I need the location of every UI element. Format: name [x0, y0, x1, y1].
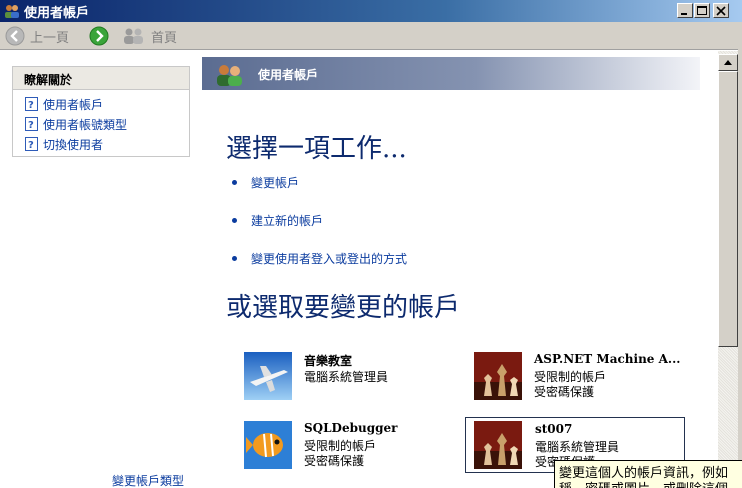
scroll-thumb[interactable] — [718, 71, 738, 347]
account-status: 受密碼保護 — [304, 454, 365, 468]
help-icon: ? — [25, 117, 38, 131]
header-banner: 使用者帳戶 — [202, 57, 700, 90]
learn-about-box: 瞭解關於 ? 使用者帳戶 ? 使用者帳號類型 ? 切換使用者 — [12, 66, 190, 157]
back-label: 上一頁 — [30, 30, 70, 46]
account-tile[interactable]: 音樂教室 電腦系統管理員 — [238, 348, 458, 404]
bullet — [232, 217, 237, 223]
task-change-logon[interactable]: 變更使用者登入或登出的方式 — [232, 250, 407, 266]
forward-button[interactable] — [89, 25, 109, 47]
close-button[interactable] — [713, 3, 729, 18]
back-arrow-icon — [5, 26, 25, 46]
learn-about-title: 瞭解關於 — [13, 67, 189, 90]
account-tile[interactable]: ASP.NET Machine A... 受限制的帳戶 受密碼保護 — [468, 348, 688, 404]
home-button[interactable]: 首頁 — [122, 25, 177, 47]
title-bar[interactable]: 使用者帳戶 — [0, 0, 742, 22]
home-users-icon — [124, 28, 143, 44]
account-type: 電腦系統管理員 — [304, 370, 389, 384]
minimize-button[interactable] — [677, 3, 693, 18]
arrow-up-icon — [724, 60, 732, 65]
task-change-account[interactable]: 變更帳戶 — [232, 174, 299, 190]
svg-text:?: ? — [28, 140, 34, 151]
chess-picture — [474, 352, 522, 400]
account-name: st007 — [535, 422, 573, 436]
account-status: 受密碼保護 — [534, 385, 595, 399]
chess-picture — [474, 421, 522, 469]
task-label: 變更使用者登入或登出的方式 — [251, 251, 408, 266]
learn-item-account-types[interactable]: ? 使用者帳號類型 — [25, 116, 127, 132]
task-create-account[interactable]: 建立新的帳戶 — [232, 212, 323, 228]
account-tooltip: 變更這個人的帳戶資訊，例如 稱、密碼或圖片，或刪除這個 — [554, 460, 742, 488]
window-border — [738, 22, 742, 488]
user-accounts-window: 使用者帳戶 上一頁 首頁 瞭解關於 ? 使用者帳戶 ? 使用者帳號類型 ? 切換… — [0, 0, 742, 488]
banner-title: 使用者帳戶 — [258, 68, 319, 82]
minimize-icon — [681, 13, 687, 15]
close-icon — [716, 6, 726, 16]
learn-item-label: 使用者帳號類型 — [43, 117, 128, 132]
account-name: SQLDebugger — [304, 421, 398, 435]
learn-item-user-accounts[interactable]: ? 使用者帳戶 — [25, 96, 103, 112]
user-accounts-icon — [217, 65, 242, 86]
pick-account-heading: 或選取要變更的帳戶 — [226, 293, 461, 323]
change-account-type-link[interactable]: 變更帳戶類型 — [112, 472, 184, 488]
learn-item-label: 使用者帳戶 — [43, 97, 104, 112]
main-content: 使用者帳戶 選擇一項工作... 變更帳戶 建立新的帳戶 變更使用者登入或登出的方… — [202, 51, 718, 488]
account-tile[interactable]: SQLDebugger 受限制的帳戶 受密碼保護 — [238, 417, 458, 473]
forward-arrow-icon — [89, 26, 109, 46]
maximize-button[interactable] — [694, 3, 710, 18]
svg-text:?: ? — [28, 100, 34, 111]
pick-task-heading: 選擇一項工作... — [226, 134, 407, 164]
airplane-picture — [244, 352, 292, 400]
bullet — [232, 255, 237, 261]
task-label: 建立新的帳戶 — [251, 213, 324, 228]
learn-item-switch-users[interactable]: ? 切換使用者 — [25, 136, 103, 152]
svg-text:?: ? — [28, 120, 34, 131]
left-task-pane: 瞭解關於 ? 使用者帳戶 ? 使用者帳號類型 ? 切換使用者 變更帳戶類型 — [0, 51, 202, 488]
task-label: 變更帳戶 — [251, 175, 300, 190]
fish-picture — [244, 421, 292, 469]
bullet — [232, 179, 237, 185]
maximize-icon — [697, 6, 707, 15]
navigation-toolbar: 上一頁 首頁 — [0, 22, 742, 50]
learn-item-label: 切換使用者 — [43, 137, 104, 152]
account-name: 音樂教室 — [304, 354, 353, 368]
home-label: 首頁 — [151, 30, 178, 46]
account-name: ASP.NET Machine A... — [534, 352, 681, 366]
window-title: 使用者帳戶 — [24, 6, 90, 21]
help-icon: ? — [25, 137, 38, 151]
tooltip-line: 稱、密碼或圖片，或刪除這個 — [559, 478, 728, 488]
vertical-scrollbar[interactable] — [718, 51, 738, 488]
users-icon — [5, 5, 19, 18]
back-button[interactable]: 上一頁 — [5, 25, 69, 47]
help-icon: ? — [25, 97, 38, 111]
scroll-up-button[interactable] — [718, 54, 738, 71]
